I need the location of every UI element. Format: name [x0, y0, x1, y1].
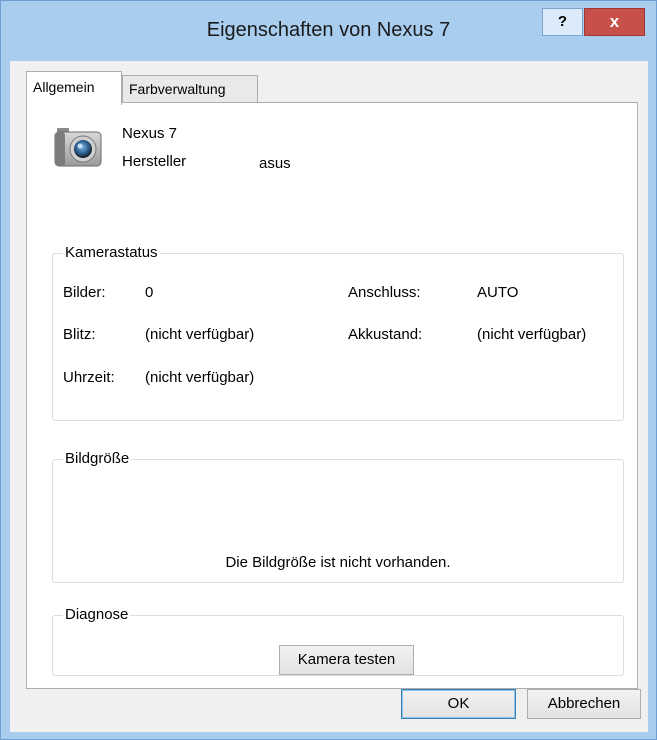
dialog-client-area: Allgemein Farbverwaltung Nexus 7 Herstel… — [10, 61, 648, 732]
battery-label: Akkustand: — [348, 326, 423, 343]
diagnostics-group: Diagnose Kamera testen — [52, 606, 624, 676]
camera-icon — [54, 128, 102, 167]
connection-value: AUTO — [477, 284, 519, 301]
test-camera-button[interactable]: Kamera testen — [279, 645, 414, 675]
cancel-button[interactable]: Abbrechen — [527, 689, 641, 719]
image-size-message: Die Bildgröße ist nicht vorhanden. — [225, 554, 451, 571]
image-size-caption: Bildgröße — [63, 450, 132, 468]
tab-general[interactable]: Allgemein — [26, 71, 122, 105]
camera-status-group: Kamerastatus Bilder: 0 Blitz: (nicht ver… — [52, 244, 624, 421]
diagnostics-caption: Diagnose — [63, 606, 131, 624]
manufacturer-label: Hersteller — [122, 153, 187, 170]
time-value: (nicht verfügbar) — [145, 369, 255, 386]
properties-dialog: Eigenschaften von Nexus 7 ? x Allgemein … — [0, 0, 657, 740]
battery-value: (nicht verfügbar) — [477, 326, 587, 343]
ok-button[interactable]: OK — [401, 689, 516, 719]
general-tab-panel: Nexus 7 Hersteller asus Kamerastatus Bil… — [26, 102, 638, 689]
camera-status-caption: Kamerastatus — [63, 244, 160, 262]
close-button[interactable]: x — [584, 8, 645, 36]
help-button[interactable]: ? — [542, 8, 583, 36]
title-bar[interactable]: Eigenschaften von Nexus 7 ? x — [1, 1, 656, 61]
flash-value: (nicht verfügbar) — [145, 326, 255, 343]
images-value: 0 — [145, 284, 154, 301]
image-size-group: Bildgröße Die Bildgröße ist nicht vorhan… — [52, 450, 624, 583]
images-label: Bilder: — [63, 284, 106, 301]
time-label: Uhrzeit: — [63, 369, 115, 386]
tab-color-management[interactable]: Farbverwaltung — [122, 75, 258, 103]
device-name: Nexus 7 — [122, 125, 178, 142]
flash-label: Blitz: — [63, 326, 96, 343]
manufacturer-value: asus — [259, 155, 291, 172]
connection-label: Anschluss: — [348, 284, 421, 301]
